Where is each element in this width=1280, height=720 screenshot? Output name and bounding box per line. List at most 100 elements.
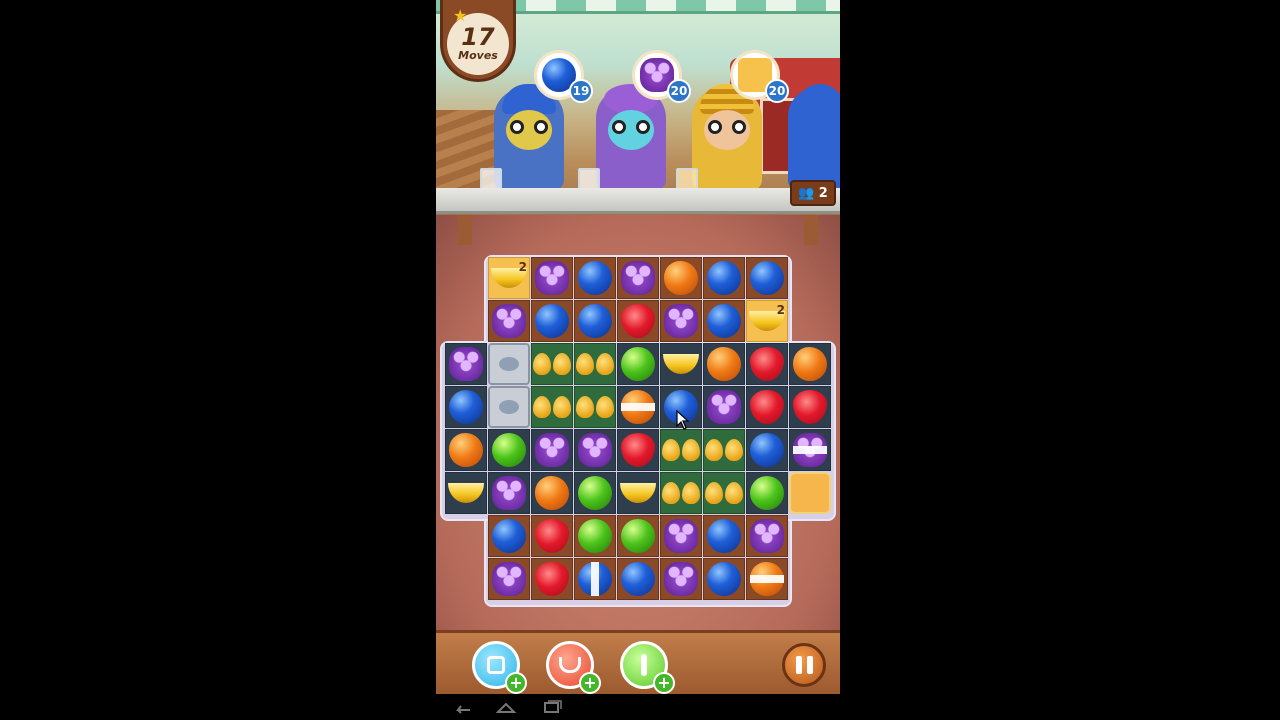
board-cell-pear-bush[interactable] bbox=[660, 472, 702, 514]
board-cell-grape[interactable] bbox=[574, 429, 616, 471]
board-cell-banana[interactable] bbox=[445, 472, 487, 514]
apple-icon bbox=[750, 476, 784, 510]
board-cell-grape[interactable] bbox=[445, 343, 487, 385]
hippo-customer bbox=[596, 84, 666, 190]
plus-icon: + bbox=[505, 672, 527, 694]
star-icon: ★ bbox=[453, 6, 468, 25]
goal-bubble-grape: 20 bbox=[632, 50, 691, 103]
board-cell-orange[interactable] bbox=[746, 558, 788, 600]
blueberry-icon bbox=[578, 562, 612, 596]
board-cell-pear-bush[interactable] bbox=[531, 343, 573, 385]
board-cell-pear-bush[interactable] bbox=[703, 472, 745, 514]
grape-icon bbox=[750, 519, 784, 553]
pear-icon bbox=[662, 482, 680, 504]
board-cell-orange[interactable] bbox=[703, 343, 745, 385]
board-cell-blueberry[interactable] bbox=[703, 515, 745, 557]
board-cell-strawberry[interactable] bbox=[617, 300, 659, 342]
shuffle-booster-button[interactable]: + bbox=[472, 641, 527, 694]
board-cell-grape[interactable] bbox=[660, 558, 702, 600]
orange-icon bbox=[750, 562, 784, 596]
home-icon[interactable] bbox=[494, 698, 518, 716]
board-cell-strawberry[interactable] bbox=[746, 343, 788, 385]
board-cell-banana[interactable] bbox=[660, 343, 702, 385]
blueberry-icon bbox=[707, 562, 741, 596]
board-cell-apple[interactable] bbox=[746, 472, 788, 514]
board-cell-blueberry[interactable] bbox=[574, 558, 616, 600]
customers-remaining: 2 bbox=[818, 185, 828, 201]
moves-label: Moves bbox=[458, 49, 498, 62]
board-cell-orange[interactable] bbox=[445, 429, 487, 471]
board-cell-crate[interactable] bbox=[488, 343, 530, 385]
grape-icon bbox=[664, 304, 698, 338]
swap-booster-button[interactable]: + bbox=[546, 641, 601, 694]
board-cell-apple[interactable] bbox=[617, 515, 659, 557]
orange-icon bbox=[793, 347, 827, 381]
board-cell-pear-bush[interactable] bbox=[574, 343, 616, 385]
board-cell-strawberry[interactable] bbox=[617, 429, 659, 471]
board-cell-grape[interactable] bbox=[746, 515, 788, 557]
blueberry-icon bbox=[449, 390, 483, 424]
pear-icon bbox=[533, 396, 551, 418]
apple-booster-button[interactable]: + bbox=[620, 641, 675, 694]
grape-icon bbox=[535, 433, 569, 467]
goal-count: 20 bbox=[765, 79, 789, 103]
board-cell-pear-bush[interactable] bbox=[531, 386, 573, 428]
board-cell-grape[interactable] bbox=[531, 429, 573, 471]
board-cell-grape[interactable] bbox=[488, 300, 530, 342]
board-cell-grape[interactable] bbox=[617, 257, 659, 299]
plus-icon: + bbox=[579, 672, 601, 694]
board-cell-blueberry[interactable] bbox=[488, 515, 530, 557]
board-cell-blueberry[interactable] bbox=[746, 429, 788, 471]
board-cell-banana[interactable] bbox=[617, 472, 659, 514]
board-cell-grape[interactable] bbox=[660, 300, 702, 342]
blueberry-icon bbox=[578, 261, 612, 295]
pear-icon bbox=[705, 482, 723, 504]
recent-apps-icon[interactable] bbox=[540, 698, 564, 716]
board-cell-pear-bush[interactable] bbox=[574, 386, 616, 428]
board-cell-orange[interactable] bbox=[789, 343, 831, 385]
board-cell-blueberry[interactable] bbox=[703, 300, 745, 342]
board-cell-blueberry[interactable] bbox=[703, 257, 745, 299]
board-cell-pear-bush[interactable] bbox=[660, 429, 702, 471]
board-cell-apple[interactable] bbox=[617, 343, 659, 385]
board-cell-grape[interactable] bbox=[488, 558, 530, 600]
board-cell-orange[interactable] bbox=[660, 257, 702, 299]
board-cell-banana[interactable]: 2 bbox=[488, 257, 530, 299]
board-cell-strawberry[interactable] bbox=[531, 558, 573, 600]
board-cell-grape[interactable] bbox=[789, 429, 831, 471]
board-cell-apple[interactable] bbox=[488, 429, 530, 471]
grape-icon bbox=[793, 433, 827, 467]
board-cell-blueberry[interactable] bbox=[574, 300, 616, 342]
pear-icon bbox=[725, 482, 743, 504]
board-cell-blueberry[interactable] bbox=[531, 300, 573, 342]
board-cell-pear-bush[interactable] bbox=[703, 429, 745, 471]
pause-button[interactable] bbox=[782, 643, 826, 687]
board-cell-blueberry[interactable] bbox=[746, 257, 788, 299]
pear-icon bbox=[533, 353, 551, 375]
pear-icon bbox=[553, 396, 571, 418]
board-cell-blueberry[interactable] bbox=[703, 558, 745, 600]
board-cell-strawberry[interactable] bbox=[531, 515, 573, 557]
back-icon[interactable] bbox=[450, 698, 474, 716]
board-cell-orange[interactable] bbox=[531, 472, 573, 514]
board-cell-grape[interactable] bbox=[660, 515, 702, 557]
board-cell-blueberry[interactable] bbox=[617, 558, 659, 600]
board-cell-grape[interactable] bbox=[531, 257, 573, 299]
goal-count: 20 bbox=[667, 79, 691, 103]
board-area: 22 bbox=[436, 215, 840, 630]
board-cell-orange[interactable] bbox=[617, 386, 659, 428]
board-cell-blueberry[interactable] bbox=[574, 257, 616, 299]
strawberry-icon bbox=[793, 390, 827, 424]
board-cell-banana[interactable]: 2 bbox=[746, 300, 788, 342]
board-cell-grape[interactable] bbox=[703, 386, 745, 428]
board-cell-jam-block[interactable] bbox=[789, 472, 831, 514]
board-cell-apple[interactable] bbox=[574, 472, 616, 514]
board-cell-crate[interactable] bbox=[488, 386, 530, 428]
blueberry-icon bbox=[750, 433, 784, 467]
board-cell-blueberry[interactable] bbox=[445, 386, 487, 428]
board-cell-strawberry[interactable] bbox=[746, 386, 788, 428]
board-cell-strawberry[interactable] bbox=[789, 386, 831, 428]
board-cell-apple[interactable] bbox=[574, 515, 616, 557]
orange-icon bbox=[621, 390, 655, 424]
board-cell-grape[interactable] bbox=[488, 472, 530, 514]
